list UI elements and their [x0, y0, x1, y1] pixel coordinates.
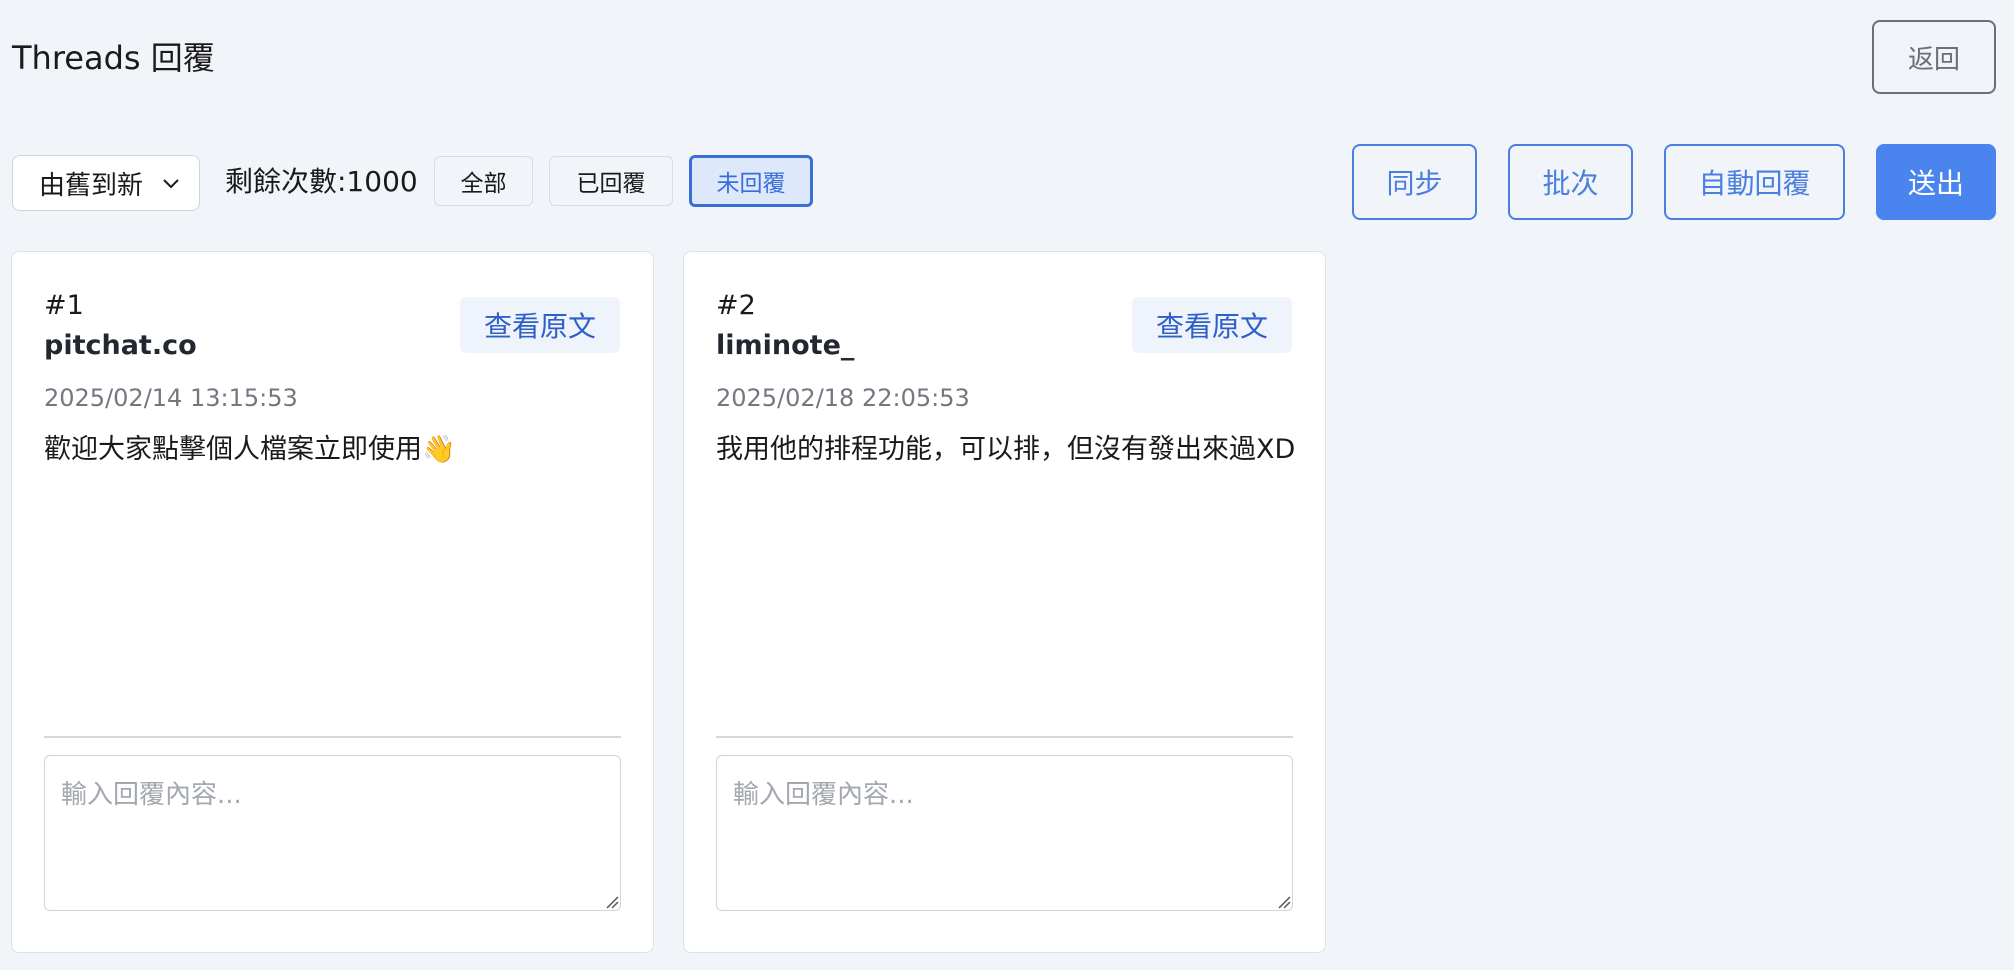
card-divider	[44, 736, 621, 738]
card-timestamp: 2025/02/14 13:15:53	[44, 384, 298, 412]
sort-order-select[interactable]: 由舊到新	[12, 155, 200, 211]
sync-button[interactable]: 同步	[1352, 144, 1477, 220]
filter-all-button[interactable]: 全部	[434, 156, 533, 206]
send-button[interactable]: 送出	[1876, 144, 1996, 220]
card-number: #2	[716, 290, 756, 321]
sort-order-value: 由舊到新	[39, 170, 144, 201]
batch-button[interactable]: 批次	[1508, 144, 1633, 220]
card-username: liminote_	[716, 330, 855, 361]
card-post-text: 歡迎大家點擊個人檔案立即使用👋	[44, 434, 456, 465]
card-username: pitchat.co	[44, 330, 197, 361]
card-post-text: 我用他的排程功能，可以排，但沒有發出來過XD	[716, 434, 1296, 465]
card-divider	[716, 736, 1293, 738]
resize-handle-icon[interactable]	[605, 895, 619, 909]
card-timestamp: 2025/02/18 22:05:53	[716, 384, 970, 412]
reply-card: #1 pitchat.co 查看原文 2025/02/14 13:15:53 歡…	[11, 251, 654, 953]
view-original-button[interactable]: 查看原文	[460, 297, 620, 353]
reply-input[interactable]	[44, 755, 621, 911]
back-button[interactable]: 返回	[1872, 20, 1996, 94]
filter-unreplied-button[interactable]: 未回覆	[689, 155, 813, 207]
remaining-count: 剩餘次數:1000	[225, 165, 418, 198]
reply-input[interactable]	[716, 755, 1293, 911]
card-number: #1	[44, 290, 84, 321]
resize-handle-icon[interactable]	[1277, 895, 1291, 909]
reply-card: #2 liminote_ 查看原文 2025/02/18 22:05:53 我用…	[683, 251, 1326, 953]
auto-reply-button[interactable]: 自動回覆	[1664, 144, 1845, 220]
chevron-down-icon	[163, 179, 179, 189]
page-title: Threads 回覆	[12, 39, 215, 77]
filter-replied-button[interactable]: 已回覆	[549, 156, 673, 206]
view-original-button[interactable]: 查看原文	[1132, 297, 1292, 353]
